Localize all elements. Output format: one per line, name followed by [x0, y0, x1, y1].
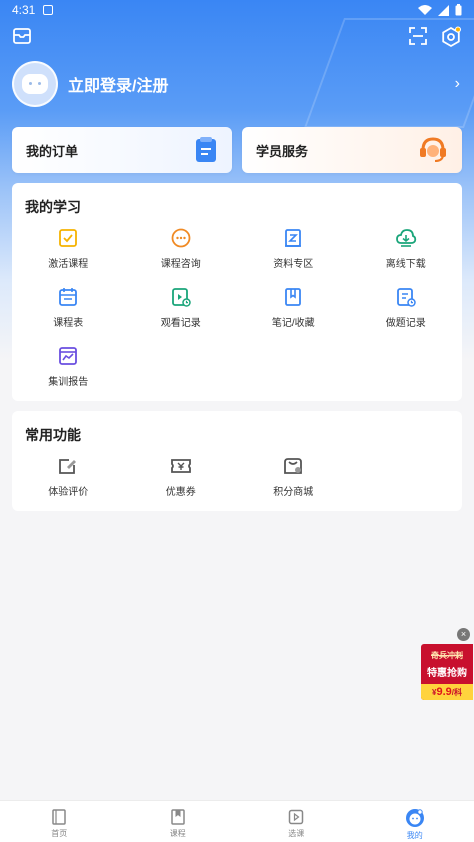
schedule-button[interactable]: 课程表 [12, 286, 125, 345]
watch-history-icon [171, 288, 191, 307]
promo-title: 奇兵冲刺 [431, 651, 463, 660]
points-mall-icon [284, 458, 303, 474]
experience-review-label: 体验评价 [48, 487, 89, 498]
headset-icon [420, 137, 446, 162]
coupon-icon [170, 459, 191, 473]
my-study-title: 我的学习 [25, 199, 81, 215]
watch-history-label: 观看记录 [160, 318, 201, 329]
schedule-label: 课程表 [53, 318, 84, 329]
exercise-record-icon [396, 288, 416, 307]
top-bar [0, 26, 474, 50]
tab-home[interactable]: 首页 [0, 801, 119, 842]
points-mall-button[interactable]: 积分商城 [237, 455, 350, 514]
course-consult-button[interactable]: 课程咨询 [125, 227, 238, 286]
status-time: 4:31 [12, 3, 36, 17]
activate-course-icon [59, 229, 78, 247]
tab-select-course-label: 选课 [288, 829, 305, 838]
promo-price-suffix: /科 [451, 688, 462, 697]
common-functions-title: 常用功能 [25, 427, 81, 443]
home-tab-icon [52, 809, 66, 825]
my-orders-label: 我的订单 [26, 143, 79, 159]
settings-icon[interactable] [440, 26, 462, 48]
materials-icon [285, 229, 302, 247]
my-study-panel: 我的学习 激活课程 课程咨询 资料专区 离线下载 课程表 观看记录 笔记/收藏 [12, 183, 462, 401]
watch-history-button[interactable]: 观看记录 [125, 286, 238, 345]
tab-courses[interactable]: 课程 [119, 801, 238, 842]
training-report-label: 集训报告 [48, 377, 89, 388]
signal-icon [438, 4, 449, 16]
offline-download-label: 离线下载 [385, 259, 426, 270]
promo-floating-ad[interactable]: × 奇兵冲刺 特惠抢购 ¥9.9/科 [419, 628, 474, 700]
battery-icon [455, 4, 462, 16]
exercise-record-button[interactable]: 做题记录 [350, 286, 463, 345]
activate-course-label: 激活课程 [48, 259, 89, 270]
tab-courses-label: 课程 [169, 829, 186, 838]
tab-mine-label: 我的 [406, 831, 423, 840]
promo-price: ¥9.9/科 [421, 684, 473, 700]
notification-icon [43, 5, 54, 15]
coupon-label: 优惠券 [165, 487, 196, 498]
tab-select-course[interactable]: 选课 [237, 801, 356, 842]
courses-tab-icon [171, 809, 185, 825]
course-consult-label: 课程咨询 [160, 259, 201, 270]
login-register-link[interactable]: 立即登录/注册 [68, 72, 168, 96]
notes-favorites-label: 笔记/收藏 [271, 318, 315, 329]
materials-label: 资料专区 [273, 259, 314, 270]
points-mall-label: 积分商城 [273, 487, 314, 498]
status-bar: 4:31 [0, 0, 474, 20]
materials-button[interactable]: 资料专区 [237, 227, 350, 286]
activate-course-button[interactable]: 激活课程 [12, 227, 125, 286]
quick-cards: 我的订单 学员服务 [12, 127, 462, 173]
experience-review-button[interactable]: 体验评价 [12, 455, 125, 514]
notes-icon [285, 288, 302, 306]
login-row[interactable]: 立即登录/注册 › [12, 60, 462, 108]
promo-price-value: 9.9 [436, 686, 452, 698]
exercise-record-label: 做题记录 [385, 318, 426, 329]
bottom-tab-bar: 首页 课程 选课 我的 [0, 800, 474, 842]
offline-download-button[interactable]: 离线下载 [350, 227, 463, 286]
my-orders-card[interactable]: 我的订单 [12, 127, 232, 173]
student-service-label: 学员服务 [256, 143, 309, 159]
training-report-button[interactable]: 集训报告 [12, 345, 125, 404]
report-icon [59, 347, 78, 365]
orders-icon [196, 137, 216, 162]
consult-icon [171, 228, 191, 248]
avatar[interactable] [12, 61, 58, 107]
promo-banner[interactable]: 奇兵冲刺 特惠抢购 ¥9.9/科 [421, 644, 473, 700]
download-icon [395, 229, 416, 247]
tab-mine[interactable]: 我的 [356, 801, 474, 842]
wifi-icon [418, 4, 432, 15]
student-service-card[interactable]: 学员服务 [242, 127, 462, 173]
scan-icon[interactable] [408, 26, 428, 46]
schedule-icon [59, 288, 78, 306]
common-functions-panel: 常用功能 体验评价 优惠券 积分商城 [12, 411, 462, 511]
mine-tab-icon [405, 809, 424, 827]
chevron-right-icon: › [454, 75, 460, 92]
promo-subtitle: 特惠抢购 [427, 668, 467, 679]
select-course-tab-icon [289, 809, 304, 825]
review-icon [59, 459, 77, 474]
coupon-button[interactable]: 优惠券 [125, 455, 238, 514]
tab-home-label: 首页 [51, 829, 68, 838]
message-icon[interactable] [12, 26, 32, 46]
notes-favorites-button[interactable]: 笔记/收藏 [237, 286, 350, 345]
close-icon[interactable]: × [457, 628, 470, 641]
